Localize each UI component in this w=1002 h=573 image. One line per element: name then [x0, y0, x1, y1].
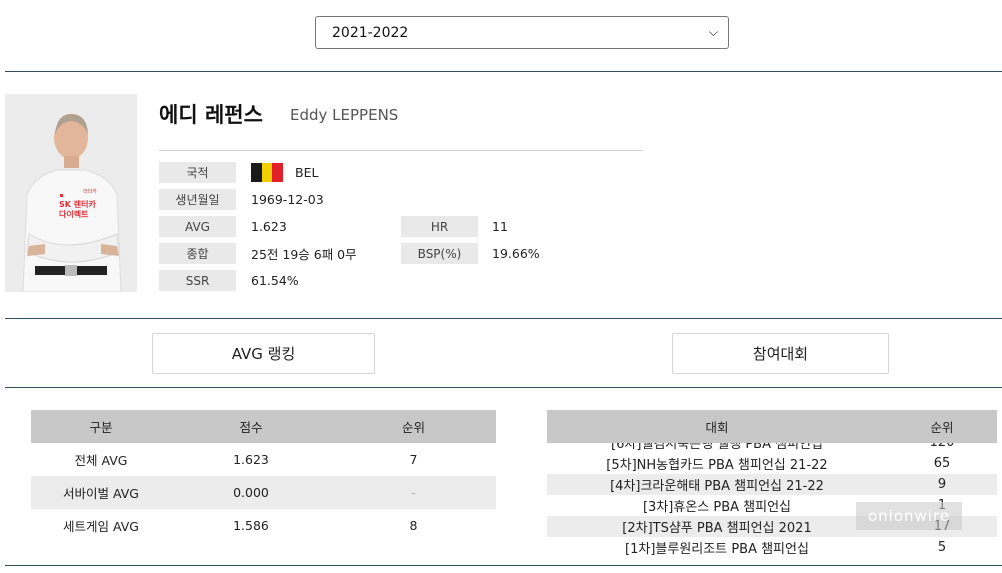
- table-row: 전체 AVG 1.623 7: [31, 443, 496, 476]
- row-rank: 7: [409, 452, 418, 467]
- player-name-english: Eddy LEPPENS: [290, 106, 399, 124]
- tournament-rank: 5: [937, 540, 947, 555]
- header-category: 구분: [89, 420, 113, 435]
- table-row[interactable]: [6차]웰컴저축은행 웰뱅 PBA 챔피언십 120: [547, 443, 997, 453]
- tournament-table: 대회 순위 [6차]웰컴저축은행 웰뱅 PBA 챔피언십 120 [5차]NH농…: [547, 410, 997, 563]
- svg-text:리더카: 리더카: [83, 188, 97, 195]
- divider: [5, 71, 1002, 72]
- season-select-value: 2021-2022: [332, 24, 409, 41]
- sponsor-line-2: 다이렉트: [59, 210, 89, 219]
- row-score: 1.623: [233, 452, 269, 467]
- watermark: onionwire: [856, 502, 962, 530]
- tournament-rank: 65: [933, 456, 951, 471]
- table-row: 세트게임 AVG 1.586 8: [31, 509, 496, 542]
- name-divider: [159, 150, 643, 151]
- ssr-value: 61.54%: [251, 273, 299, 288]
- table-row: 서바이벌 AVG 0.000 -: [31, 476, 496, 509]
- nationality-value: BEL: [295, 165, 319, 180]
- birthdate-value: 1969-12-03: [251, 192, 324, 207]
- divider: [5, 565, 1002, 566]
- tab-avg-ranking[interactable]: AVG 랭킹: [152, 333, 375, 374]
- tournament-rank: 120: [887, 443, 997, 453]
- tournament-name: [5차]NH농협카드 PBA 챔피언십 21-22: [606, 458, 828, 473]
- tournament-name: [1차]블루원리조트 PBA 챔피언십: [625, 542, 809, 557]
- player-name-korean: 에디 레펀스: [159, 103, 263, 127]
- header-rank: 순위: [930, 420, 954, 435]
- row-category: 세트게임 AVG: [63, 519, 139, 534]
- table-row[interactable]: [5차]NH농협카드 PBA 챔피언십 21-22 65: [547, 453, 997, 474]
- row-category: 서바이벌 AVG: [63, 486, 139, 501]
- hr-label: HR: [401, 216, 478, 237]
- overall-label: 종합: [159, 243, 236, 264]
- row-score: 1.586: [233, 518, 269, 533]
- birthdate-label: 생년월일: [159, 189, 236, 210]
- tournament-name: [3차]휴온스 PBA 챔피언십: [642, 500, 791, 515]
- row-category: 전체 AVG: [74, 453, 128, 468]
- avg-label: AVG: [159, 216, 236, 237]
- belgium-flag-icon: [251, 163, 284, 182]
- row-rank: 8: [409, 518, 418, 533]
- row-rank: -: [411, 485, 416, 500]
- chevron-down-icon: ⌵: [708, 25, 718, 39]
- header-rank: 순위: [401, 420, 425, 435]
- avg-value: 1.623: [251, 219, 287, 234]
- season-select[interactable]: 2021-2022 ⌵: [315, 16, 729, 49]
- sponsor-line-1: SK 렌터카: [59, 200, 96, 209]
- tournament-name: [4차]크라운해태 PBA 챔피언십 21-22: [610, 479, 824, 494]
- tab-tournaments[interactable]: 참여대회: [672, 333, 889, 374]
- avg-ranking-table: 구분 점수 순위 전체 AVG 1.623 7 서바이벌 AVG 0.000 -…: [31, 410, 496, 542]
- table-header: 구분 점수 순위: [31, 410, 496, 443]
- bsp-value: 19.66%: [492, 246, 540, 261]
- nationality-label: 국적: [159, 162, 236, 183]
- ssr-label: SSR: [159, 270, 236, 291]
- header-score: 점수: [239, 420, 263, 435]
- tournament-rank: 9: [937, 477, 947, 492]
- table-row[interactable]: [4차]크라운해태 PBA 챔피언십 21-22 9: [547, 474, 997, 495]
- player-photo: 리더카 SK 렌터카 다이렉트: [5, 94, 137, 292]
- tournament-name: [6차]웰컴저축은행 웰뱅 PBA 챔피언십: [611, 443, 823, 452]
- tournament-name: [2차]TS샴푸 PBA 챔피언십 2021: [622, 521, 812, 536]
- row-score: 0.000: [233, 485, 269, 500]
- divider: [5, 387, 1002, 388]
- table-row[interactable]: [1차]블루원리조트 PBA 챔피언십 5: [547, 537, 997, 558]
- table-header: 대회 순위: [547, 410, 997, 443]
- hr-value: 11: [492, 219, 508, 234]
- bsp-label: BSP(%): [401, 243, 478, 264]
- overall-value: 25전 19승 6패 0무: [251, 247, 357, 262]
- divider: [5, 318, 1002, 319]
- header-tournament: 대회: [705, 420, 729, 435]
